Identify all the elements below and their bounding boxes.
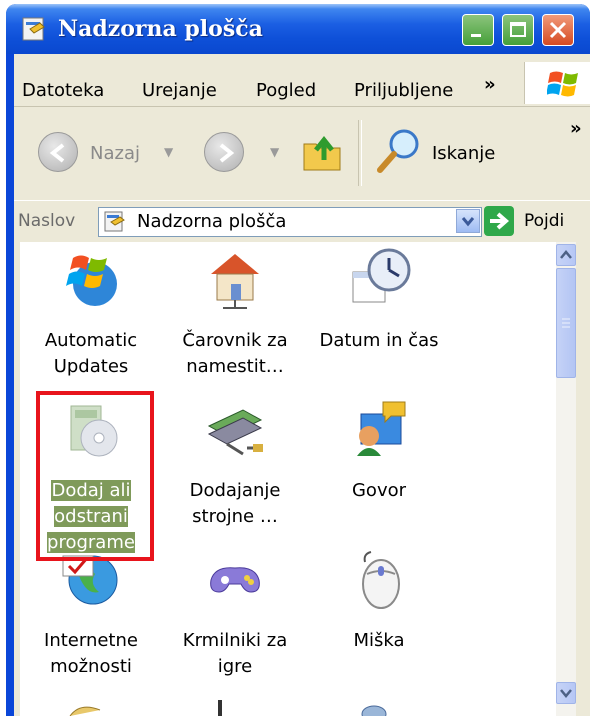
- scroll-down-button[interactable]: [556, 682, 576, 704]
- item-label: Internetne možnosti: [44, 630, 138, 677]
- menu-bar: Datoteka Urejanje Pogled Priljubljene »: [14, 54, 590, 107]
- go-button[interactable]: [484, 206, 514, 236]
- address-bar: Naslov Nadzorna plošča Pojdi: [14, 200, 590, 243]
- item-label: Dodajanje strojne …: [189, 480, 281, 527]
- item-label: Automatic Updates: [44, 330, 138, 377]
- go-label[interactable]: Pojdi: [524, 211, 564, 231]
- toolbar-overflow-chevron[interactable]: »: [570, 118, 582, 139]
- up-folder-icon[interactable]: [300, 130, 344, 174]
- control-panel-icon: [104, 211, 125, 232]
- forward-button[interactable]: [204, 132, 244, 172]
- chevron-down-icon: [461, 217, 475, 227]
- partial-folder-icon: [69, 706, 101, 716]
- windows-logo-box: [524, 62, 590, 104]
- address-field[interactable]: Nadzorna plošča: [98, 207, 482, 237]
- back-label[interactable]: Nazaj: [90, 143, 140, 164]
- address-dropdown-button[interactable]: [456, 209, 480, 233]
- toolbar-separator: [358, 120, 362, 186]
- item-label: Datum in čas: [319, 330, 439, 351]
- mouse-icon: [362, 551, 400, 609]
- menu-view[interactable]: Pogled: [256, 80, 316, 101]
- close-icon: [549, 21, 567, 39]
- maximize-button[interactable]: [502, 14, 534, 46]
- forward-arrow-icon: [219, 143, 235, 163]
- add-hardware-icon: [207, 409, 263, 456]
- control-panel-icon: [22, 17, 45, 41]
- close-button[interactable]: [542, 14, 574, 46]
- address-label: Naslov: [18, 211, 76, 231]
- item-label: Krmilniki za igre: [182, 630, 288, 677]
- vertical-scrollbar[interactable]: [556, 242, 576, 716]
- maximize-icon: [510, 22, 526, 37]
- minimize-icon: [471, 34, 481, 37]
- windows-update-icon: [66, 255, 117, 306]
- highlight-box: [36, 391, 154, 561]
- back-arrow-icon: [49, 143, 65, 163]
- partial-icon: [218, 700, 222, 716]
- search-label[interactable]: Iskanje: [432, 143, 495, 164]
- menu-file[interactable]: Datoteka: [22, 80, 104, 101]
- item-label: Miška: [353, 630, 405, 651]
- menu-favorites[interactable]: Priljubljene: [354, 80, 453, 101]
- back-button[interactable]: [38, 132, 78, 172]
- date-time-icon: [352, 248, 411, 303]
- address-value: Nadzorna plošča: [137, 211, 287, 232]
- item-label: Čarovnik za namestit…: [182, 330, 288, 377]
- title-bar[interactable]: Nadzorna plošča: [6, 4, 590, 54]
- scroll-up-button[interactable]: [556, 244, 576, 266]
- grip-icon: [562, 318, 570, 328]
- window-title: Nadzorna plošča: [58, 16, 263, 42]
- menu-edit[interactable]: Urejanje: [142, 80, 217, 101]
- network-setup-icon: [211, 254, 259, 309]
- back-dropdown-icon[interactable]: ▼: [164, 145, 173, 159]
- toolbar: Nazaj ▼ ▼ Iskanje »: [14, 112, 590, 194]
- menu-overflow-chevron[interactable]: »: [484, 74, 496, 95]
- partial-icon: [361, 705, 387, 716]
- search-icon[interactable]: [374, 126, 424, 176]
- minimize-button[interactable]: [462, 14, 494, 46]
- game-controllers-icon: [210, 567, 260, 593]
- forward-dropdown-icon[interactable]: ▼: [270, 145, 279, 159]
- scroll-thumb[interactable]: [556, 268, 576, 378]
- go-arrow-icon: [490, 212, 510, 230]
- windows-logo-icon: [547, 71, 578, 97]
- item-label: Govor: [351, 480, 407, 501]
- chevron-down-icon: [560, 689, 572, 698]
- speech-icon: [357, 401, 406, 456]
- chevron-up-icon: [560, 250, 572, 259]
